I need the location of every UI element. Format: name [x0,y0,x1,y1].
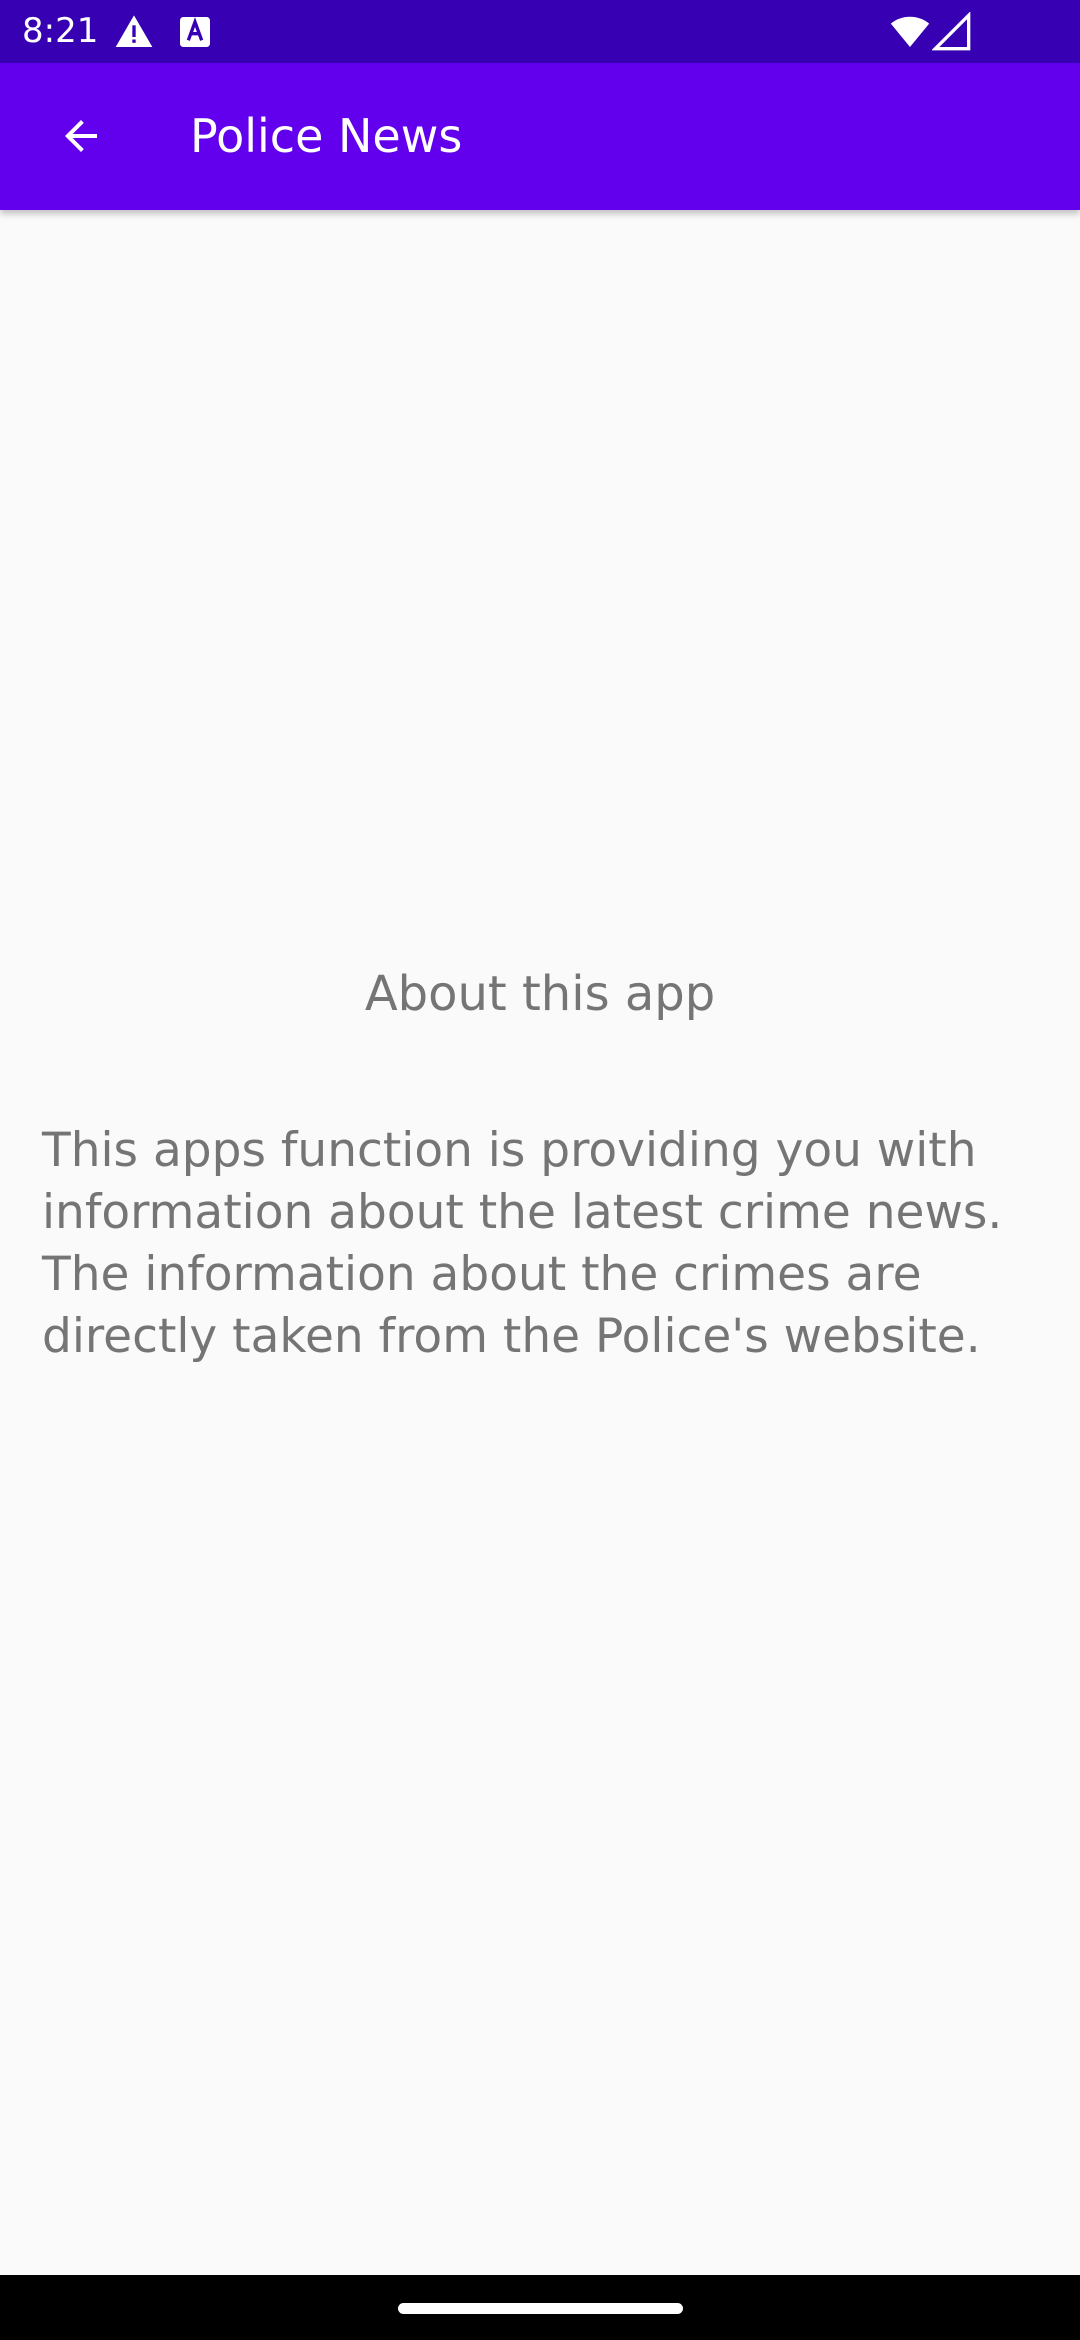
cellular-signal-icon [932,12,971,51]
about-description: This apps function is providing you with… [42,1123,1003,1364]
navigation-bar [0,2275,1080,2340]
about-title: About this app [364,966,716,1022]
back-button[interactable] [31,86,131,186]
home-gesture-handle[interactable] [398,2303,683,2314]
app-bar: Police News [0,63,1080,210]
status-bar: 8:21 [0,0,1080,63]
arrow-back-icon [65,120,97,152]
accessibility-a-icon [180,17,210,47]
status-time: 8:21 [22,11,99,51]
wifi-icon [890,16,930,47]
app-title: Police News [190,109,463,163]
alert-icon [115,15,153,48]
